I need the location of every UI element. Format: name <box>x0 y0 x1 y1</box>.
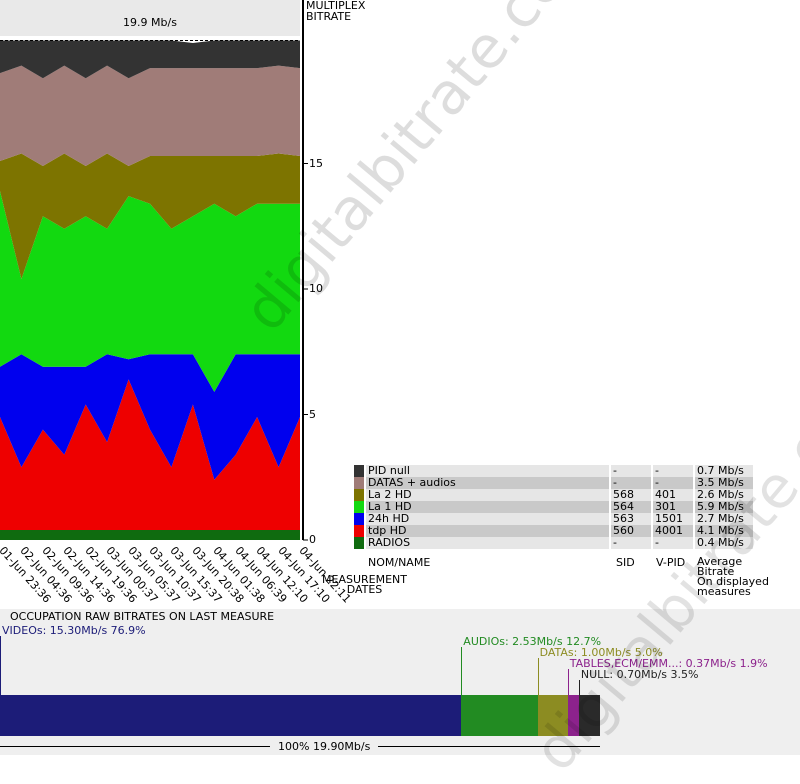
occupation-leader-line <box>537 658 539 695</box>
occupation-segment <box>461 695 538 736</box>
y-tick-label: 5 <box>309 407 316 421</box>
legend-row: La 1 HD 564 301 5.9 Mb/s <box>354 501 753 513</box>
legend-swatch <box>354 465 366 477</box>
legend-swatch <box>354 525 366 537</box>
legend-row: DATAS + audios - -3.5 Mb/s <box>354 477 753 489</box>
occupation-segment <box>537 695 568 736</box>
legend-bitrate: 0.4 Mb/s <box>694 537 753 549</box>
area-series-datas-audios <box>0 65 300 166</box>
x-axis-title: MEASUREMENT DATES <box>322 574 407 596</box>
legend-header-vpid: V-PID <box>656 556 686 569</box>
legend-swatch <box>354 537 366 549</box>
legend-row: RADIOS - -0.4 Mb/s <box>354 537 753 549</box>
y-axis-title-line: BITRATE <box>306 10 352 23</box>
occupation-leader-line <box>0 636 1 695</box>
legend-row: tdp HD 560 4001 4.1 Mb/s <box>354 525 753 537</box>
occupation-leader-line <box>461 647 463 695</box>
legend-name: RADIOS <box>365 537 611 549</box>
legend-swatch <box>354 477 366 489</box>
legend-swatch <box>354 489 366 501</box>
legend-swatch <box>354 501 366 513</box>
legend-header-sid: SID <box>616 556 635 569</box>
x-axis-title-line: DATES <box>346 583 383 596</box>
occupation-segment <box>578 695 600 736</box>
legend-sid: - <box>610 537 653 549</box>
multiplex-bitrate-chart <box>0 0 308 541</box>
occupation-segment-label: NULL: 0.70Mb/s 3.5% <box>580 668 699 681</box>
legend-vpid: - <box>652 537 695 549</box>
legend-header-name: NOM/NAME <box>368 556 431 569</box>
y-tick-label: 15 <box>309 156 323 170</box>
legend-table: PID null - -0.7 Mb/s DATAS + audios - -3.5 Mb… <box>354 465 753 549</box>
area-series-radios <box>0 530 300 540</box>
legend-row: La 2 HD 568 401 2.6 Mb/s <box>354 489 753 501</box>
occupation-segment <box>0 695 462 736</box>
occupation-total-label: 100% 19.90Mb/s <box>270 740 379 753</box>
legend-swatch <box>354 513 366 525</box>
y-tick-label: 0 <box>309 533 316 546</box>
occupation-segment-label: VIDEOs: 15.30Mb/s 76.9% <box>2 624 146 637</box>
legend-header-bitrate: Average Bitrate On displayed measures <box>697 556 769 598</box>
y-axis-title: MULTIPLEX BITRATE <box>306 0 396 22</box>
occupation-title: OCCUPATION RAW BITRATES ON LAST MEASURE <box>10 610 275 623</box>
y-tick-label: 10 <box>309 282 323 295</box>
occupation-leader-line <box>567 669 569 695</box>
legend-header-bitrate-line: measures <box>697 585 751 598</box>
occupation-leader-line <box>578 680 580 695</box>
legend-row: 24h HD 563 1501 2.7 Mb/s <box>354 513 753 525</box>
chart-areas <box>0 40 300 540</box>
occupation-segment <box>567 695 579 736</box>
peak-bitrate-label: 19.9 Mb/s <box>123 16 177 29</box>
